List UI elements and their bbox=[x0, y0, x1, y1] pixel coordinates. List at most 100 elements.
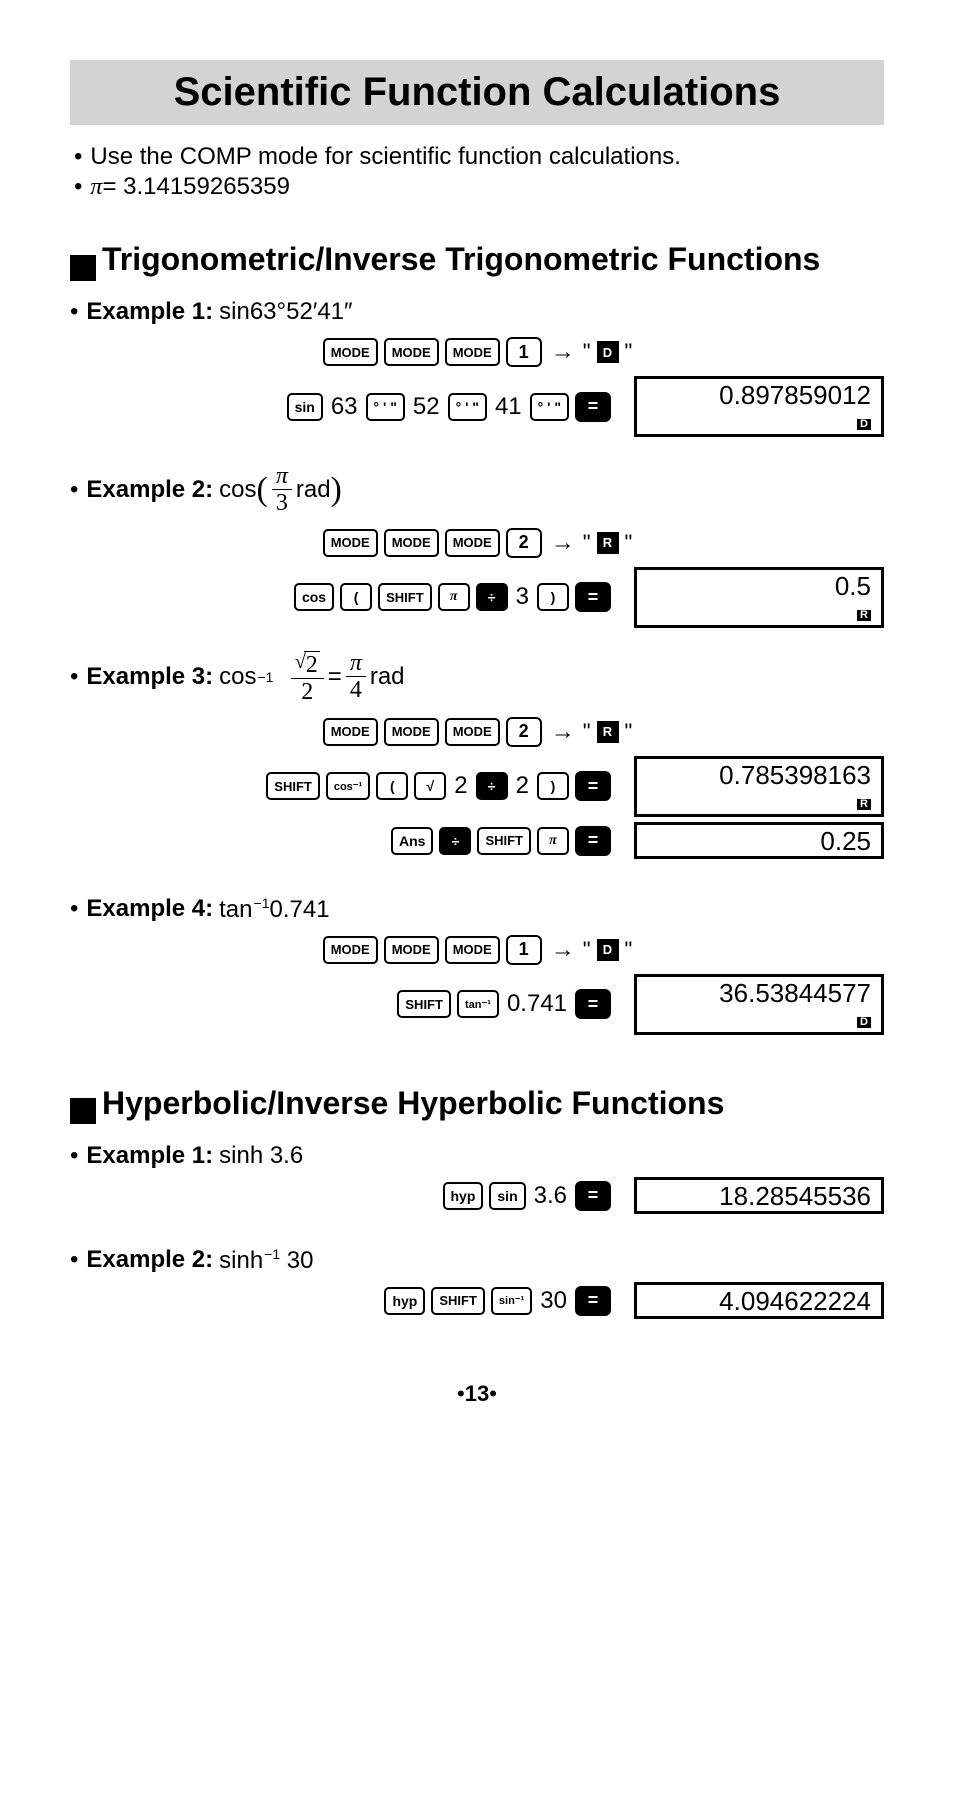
lcd-value: 4.094622224 bbox=[647, 1288, 871, 1314]
hyp-ex2-label: Example 2: bbox=[86, 1246, 213, 1274]
lcd-value: 36.53844577 bbox=[647, 980, 871, 1006]
cosinv-key: cos⁻¹ bbox=[326, 772, 370, 800]
ans-key: Ans bbox=[391, 827, 433, 855]
key-1: 1 bbox=[506, 337, 542, 367]
typed-52: 52 bbox=[413, 393, 440, 421]
intro-bullet-1: • Use the COMP mode for scientific funct… bbox=[74, 143, 884, 171]
lcd-value: 0.25 bbox=[647, 828, 871, 854]
pi-glyph: π bbox=[549, 833, 557, 849]
typed-63: 63 bbox=[331, 393, 358, 421]
trig-ex3-label-line: • Example 3: cos−1 2 2 = π 4 rad bbox=[70, 648, 884, 706]
bullet-icon: • bbox=[74, 143, 82, 171]
paren-l-key: ( bbox=[376, 772, 408, 800]
divide-key: ÷ bbox=[476, 583, 508, 611]
hyp-ex2-label-line: • Example 2: sinh−1 30 bbox=[70, 1246, 884, 1275]
cos-text: cos bbox=[219, 663, 256, 691]
frac-num: π bbox=[272, 463, 292, 490]
bullet-icon: • bbox=[70, 298, 78, 326]
trig-ex2-label: Example 2: bbox=[86, 476, 213, 504]
fraction: 2 2 bbox=[291, 648, 324, 706]
trig-ex2-label-line: • Example 2: cos ( π 3 rad ) bbox=[70, 463, 884, 517]
trig-ex4-label: Example 4: bbox=[86, 895, 213, 923]
equals-key: = bbox=[575, 989, 611, 1019]
typed-41: 41 bbox=[495, 393, 522, 421]
rad-indicator-icon: R bbox=[597, 532, 619, 554]
mode-key: MODE bbox=[323, 529, 378, 557]
quote: " bbox=[583, 530, 591, 556]
square-marker-icon bbox=[70, 255, 96, 281]
rad-text: rad bbox=[296, 476, 331, 504]
hyp-ex1-row: hyp sin 3.6 = 18.28545536 bbox=[70, 1176, 884, 1216]
paren: ) bbox=[331, 471, 342, 509]
arrow-icon: → bbox=[551, 338, 575, 366]
mode-key: MODE bbox=[445, 338, 500, 366]
trig-ex1-expr: sin63°52′41″ bbox=[219, 298, 352, 326]
hyp-key: hyp bbox=[384, 1287, 425, 1315]
section-heading-trig: Trigonometric/Inverse Trigonometric Func… bbox=[70, 241, 884, 284]
equals-key: = bbox=[575, 392, 611, 422]
trig-heading-text: Trigonometric/Inverse Trigonometric Func… bbox=[102, 241, 820, 278]
lcd-mode-indicator: R bbox=[857, 610, 871, 621]
intro-bullet-2: • π = 3.14159265359 bbox=[74, 173, 884, 201]
fraction: π 3 bbox=[272, 463, 292, 517]
trig-ex3-row3: Ans ÷ SHIFT π = 0.25 bbox=[70, 821, 884, 861]
trig-ex3-row2: SHIFT cos⁻¹ ( √ 2 ÷ 2 ) = 0.785398163 R bbox=[70, 756, 884, 817]
lcd-value: 0.897859012 bbox=[647, 382, 871, 408]
arrow-icon: → bbox=[551, 718, 575, 746]
bullet-icon: • bbox=[70, 476, 78, 504]
section-heading-hyperbolic: Hyperbolic/Inverse Hyperbolic Functions bbox=[70, 1085, 884, 1128]
deg-indicator-icon: D bbox=[597, 939, 619, 961]
tan-text: tan bbox=[219, 896, 252, 923]
intro-bullets: • Use the COMP mode for scientific funct… bbox=[70, 143, 884, 201]
typed-0741: 0.741 bbox=[507, 990, 567, 1018]
square-marker-icon bbox=[70, 1098, 96, 1124]
sinh-text: sinh bbox=[219, 1247, 263, 1274]
equals-key: = bbox=[575, 1286, 611, 1316]
equals-key: = bbox=[575, 582, 611, 612]
cos-text: cos bbox=[219, 476, 256, 504]
typed-3: 3 bbox=[516, 583, 529, 611]
mode-key: MODE bbox=[323, 338, 378, 366]
shift-key: SHIFT bbox=[397, 990, 451, 1018]
typed-2: 2 bbox=[454, 772, 467, 800]
mode-key: MODE bbox=[384, 936, 439, 964]
lcd-mode-indicator: R bbox=[857, 799, 871, 810]
key-2: 2 bbox=[506, 717, 542, 747]
paren-r-key: ) bbox=[537, 583, 569, 611]
shift-key: SHIFT bbox=[477, 827, 531, 855]
quote: " bbox=[625, 719, 633, 745]
mode-key: MODE bbox=[323, 936, 378, 964]
quote: " bbox=[625, 339, 633, 365]
inv-sup: −1 bbox=[264, 1246, 280, 1262]
hyp-ex1-label: Example 1: bbox=[86, 1142, 213, 1170]
trig-ex1-label: Example 1: bbox=[86, 298, 213, 326]
key-1: 1 bbox=[506, 935, 542, 965]
frac-den: 3 bbox=[272, 490, 292, 516]
mode-key: MODE bbox=[323, 718, 378, 746]
lcd-value: 0.785398163 bbox=[647, 762, 871, 788]
trig-ex3-expr: cos−1 2 2 = π 4 rad bbox=[219, 648, 404, 706]
deg-tick: ° bbox=[277, 298, 287, 325]
lcd-display: 0.25 bbox=[634, 822, 884, 859]
dms-key: ° ' " bbox=[366, 393, 405, 421]
frac-num: π bbox=[346, 650, 366, 677]
lcd-display: 0.897859012 D bbox=[634, 376, 884, 437]
deg-indicator-icon: D bbox=[597, 341, 619, 363]
hyp-ex1-expr: sinh 3.6 bbox=[219, 1142, 303, 1170]
trig-ex3-label: Example 3: bbox=[86, 663, 213, 691]
divide-key: ÷ bbox=[439, 827, 471, 855]
sec-tick: ″ bbox=[344, 298, 353, 325]
mode-key: MODE bbox=[384, 529, 439, 557]
trig-ex3-row1: MODE MODE MODE 2 → " R " bbox=[70, 712, 884, 752]
quote: " bbox=[583, 937, 591, 963]
ex1-m: 52 bbox=[286, 298, 313, 325]
typed-2b: 2 bbox=[516, 772, 529, 800]
sin-key: sin bbox=[287, 393, 323, 421]
arrow-icon: → bbox=[551, 936, 575, 964]
sininv-key: sin⁻¹ bbox=[491, 1287, 532, 1315]
inv-sup: −1 bbox=[258, 669, 274, 685]
divide-key: ÷ bbox=[476, 772, 508, 800]
trig-ex4-label-line: • Example 4: tan−10.741 bbox=[70, 895, 884, 924]
frac-den: 4 bbox=[346, 677, 366, 703]
mode-key: MODE bbox=[445, 718, 500, 746]
